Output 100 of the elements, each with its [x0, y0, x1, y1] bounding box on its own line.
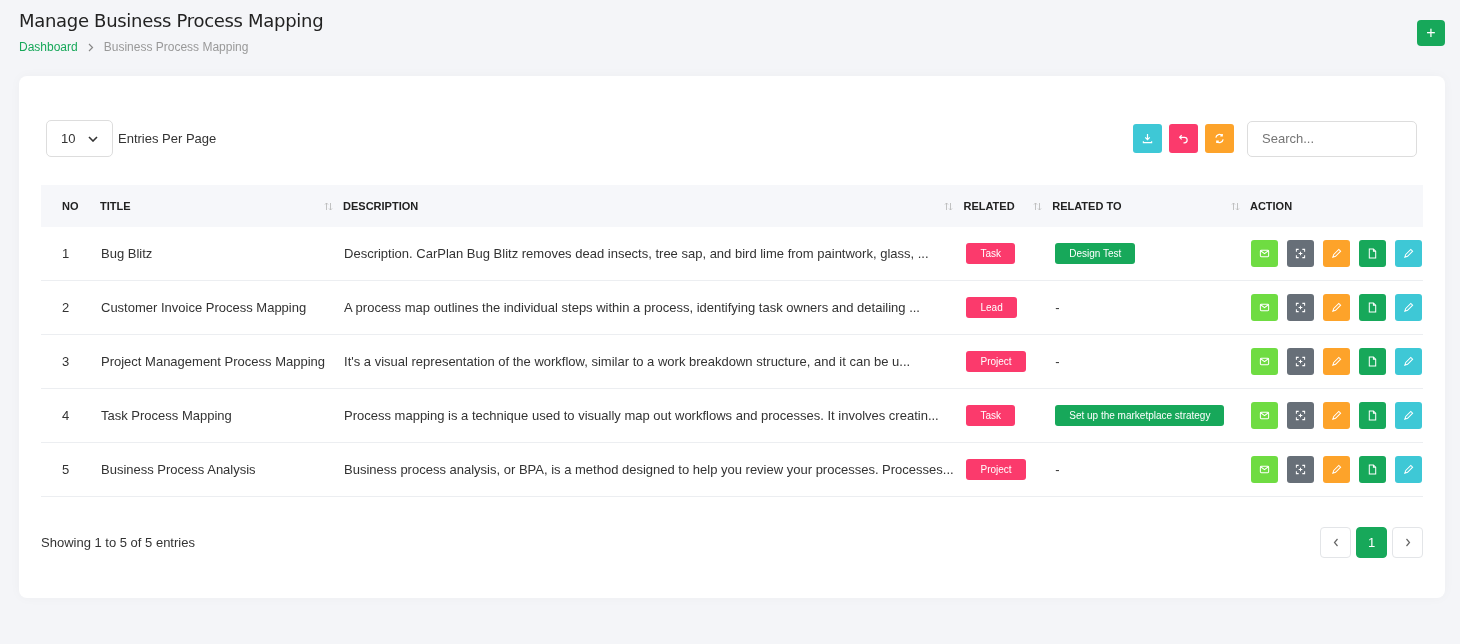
refresh-icon [1214, 133, 1225, 144]
mail-icon [1258, 356, 1270, 367]
page-size-select[interactable]: 10 [46, 120, 113, 157]
row-number: 3 [62, 354, 70, 369]
add-button[interactable]: + [1417, 20, 1445, 46]
document-icon [1366, 248, 1378, 259]
related-to-tag: Set up the marketplace strategy [1055, 405, 1225, 426]
title-cell: Business Process Analysis [101, 462, 256, 477]
related-tag: Project [966, 351, 1026, 372]
edit-button[interactable] [1394, 294, 1422, 321]
related-to-cell: - [1055, 300, 1060, 315]
scan-button[interactable] [1286, 294, 1314, 321]
mail-icon [1258, 248, 1270, 259]
chevron-right-icon [1404, 538, 1411, 547]
row-number: 2 [62, 300, 70, 315]
mail-icon [1258, 410, 1270, 421]
document-button[interactable] [1358, 294, 1386, 321]
description-cell: Business process analysis, or BPA, is a method designed to help you review your processes. Processes... [344, 462, 954, 477]
document-icon [1366, 464, 1378, 475]
breadcrumb-current: Business Process Mapping [103, 40, 249, 54]
pencil-icon [1402, 302, 1414, 313]
column-header: RELATED TO [1052, 200, 1122, 212]
pencil-icon [1330, 302, 1342, 313]
description-cell: A process map outlines the individual steps within a process, identifying task owners and detailing ... [344, 300, 920, 315]
related-to-tag: Design Test [1055, 243, 1136, 264]
title-cell: Project Management Process Mapping [101, 354, 325, 369]
sort-icon[interactable] [944, 201, 954, 211]
scan-icon [1294, 302, 1306, 313]
search-field[interactable]: Search... [1247, 120, 1417, 157]
next-page-button[interactable] [1392, 527, 1423, 558]
download-icon [1142, 133, 1153, 144]
undo-button[interactable] [1169, 124, 1198, 153]
related-tag: Lead [966, 297, 1017, 318]
scan-button[interactable] [1286, 402, 1314, 429]
sort-icon[interactable] [1033, 201, 1043, 211]
scan-button[interactable] [1286, 240, 1314, 267]
mail-button[interactable] [1250, 456, 1278, 483]
edit-button[interactable] [1322, 402, 1350, 429]
mail-button[interactable] [1250, 294, 1278, 321]
scan-icon [1294, 356, 1306, 367]
related-to-cell: - [1055, 462, 1060, 477]
document-icon [1366, 302, 1378, 313]
scan-button[interactable] [1286, 456, 1314, 483]
chevron-left-icon [1332, 538, 1339, 547]
undo-icon [1178, 133, 1189, 144]
edit-button[interactable] [1394, 348, 1422, 375]
mail-button[interactable] [1250, 348, 1278, 375]
chevron-right-icon [87, 42, 94, 52]
previous-page-button[interactable] [1320, 527, 1351, 558]
edit-button[interactable] [1394, 240, 1422, 267]
page-button[interactable]: 1 [1356, 527, 1387, 558]
document-button[interactable] [1358, 402, 1386, 429]
related-to-cell: - [1055, 354, 1060, 369]
title-cell: Bug Blitz [101, 246, 153, 261]
description-cell: Description. CarPlan Bug Blitz removes dead insects, tree sap, and bird lime from paintwork, glass, ... [344, 246, 929, 261]
edit-button[interactable] [1322, 456, 1350, 483]
pencil-icon [1330, 410, 1342, 421]
column-header: RELATED [963, 200, 1015, 212]
scan-icon [1294, 464, 1306, 475]
edit-button[interactable] [1394, 402, 1422, 429]
related-tag: Project [966, 459, 1026, 480]
page-title: Manage Business Process Mapping [19, 10, 324, 31]
column-header: ACTION [1249, 200, 1293, 212]
edit-button[interactable] [1394, 456, 1422, 483]
pencil-icon [1402, 464, 1414, 475]
column-header: NO [62, 200, 79, 212]
pencil-icon [1330, 464, 1342, 475]
pencil-icon [1330, 248, 1342, 259]
sort-icon[interactable] [324, 201, 334, 211]
sort-icon[interactable] [1230, 201, 1240, 211]
entries-summary: Showing 1 to 5 of 5 entries [41, 535, 195, 550]
row-number: 5 [62, 462, 70, 477]
edit-button[interactable] [1322, 348, 1350, 375]
document-button[interactable] [1358, 348, 1386, 375]
mail-button[interactable] [1250, 402, 1278, 429]
related-tag: Task [966, 405, 1016, 426]
row-number: 4 [62, 408, 70, 423]
document-icon [1366, 410, 1378, 421]
pencil-icon [1402, 410, 1414, 421]
mail-icon [1258, 302, 1270, 313]
scan-icon [1294, 410, 1306, 421]
pencil-icon [1402, 356, 1414, 367]
row-number: 1 [62, 246, 70, 261]
document-icon [1366, 356, 1378, 367]
edit-button[interactable] [1322, 294, 1350, 321]
document-button[interactable] [1358, 240, 1386, 267]
breadcrumb-link[interactable]: Dashboard [19, 40, 78, 54]
download-button[interactable] [1133, 124, 1162, 153]
mail-button[interactable] [1250, 240, 1278, 267]
refresh-button[interactable] [1205, 124, 1234, 153]
pencil-icon [1330, 356, 1342, 367]
related-tag: Task [966, 243, 1016, 264]
entries-label: Entries Per Page [118, 131, 217, 146]
document-button[interactable] [1358, 456, 1386, 483]
scan-icon [1294, 248, 1306, 259]
scan-button[interactable] [1286, 348, 1314, 375]
chevron-down-icon [88, 135, 98, 142]
edit-button[interactable] [1322, 240, 1350, 267]
title-cell: Customer Invoice Process Mapping [101, 300, 307, 315]
column-header: DESCRIPTION [343, 200, 419, 212]
